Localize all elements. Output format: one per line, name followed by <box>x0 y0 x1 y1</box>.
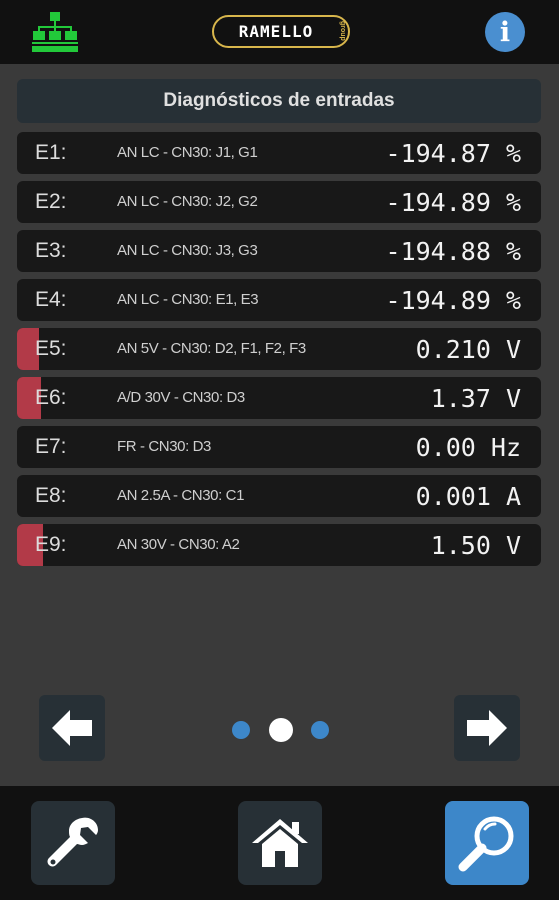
input-row: E8: AN 2.5A - CN30: C1 0.001 A <box>17 475 541 517</box>
input-label: E7: <box>35 435 67 458</box>
network-icon[interactable] <box>32 12 78 52</box>
input-description: FR - CN30: D3 <box>117 438 211 455</box>
ramello-logo: RAMELLO group <box>212 15 350 48</box>
page-dot-active[interactable] <box>269 718 293 742</box>
input-label: E2: <box>35 190 67 213</box>
input-value: -194.89 % <box>385 286 521 315</box>
input-row: E9: AN 30V - CN30: A2 1.50 V <box>17 524 541 566</box>
arrow-left-icon <box>52 710 92 746</box>
input-value: 1.37 V <box>430 384 521 413</box>
input-label: E1: <box>35 141 67 164</box>
input-value: 0.210 V <box>415 335 521 364</box>
input-description: AN LC - CN30: J1, G1 <box>117 144 258 161</box>
input-row: E3: AN LC - CN30: J3, G3 -194.88 % <box>17 230 541 272</box>
top-bar: RAMELLO group i <box>0 0 559 64</box>
input-value: 0.001 A <box>415 482 521 511</box>
input-label: E4: <box>35 288 67 311</box>
page-indicator <box>230 718 330 742</box>
arrow-right-icon <box>467 710 507 746</box>
section-title: Diagnósticos de entradas <box>17 79 541 123</box>
prev-page-button[interactable] <box>39 695 105 761</box>
input-description: AN 30V - CN30: A2 <box>117 536 240 553</box>
logo-subtext: group <box>339 21 346 41</box>
page-dot[interactable] <box>232 721 250 739</box>
info-button[interactable]: i <box>485 12 525 52</box>
input-label: E9: <box>35 533 67 556</box>
page-dot[interactable] <box>311 721 329 739</box>
input-description: AN 2.5A - CN30: C1 <box>117 487 245 504</box>
input-description: A/D 30V - CN30: D3 <box>117 389 245 406</box>
input-row: E2: AN LC - CN30: J2, G2 -194.89 % <box>17 181 541 223</box>
input-label: E8: <box>35 484 67 507</box>
input-description: AN LC - CN30: E1, E3 <box>117 291 259 308</box>
home-icon <box>252 819 308 867</box>
settings-button[interactable] <box>31 801 115 885</box>
wrench-icon <box>47 817 98 867</box>
input-description: AN LC - CN30: J3, G3 <box>117 242 258 259</box>
input-row: E6: A/D 30V - CN30: D3 1.37 V <box>17 377 541 419</box>
magnifier-icon <box>458 816 514 872</box>
input-value: 1.50 V <box>430 531 521 560</box>
input-label: E3: <box>35 239 67 262</box>
input-row: E4: AN LC - CN30: E1, E3 -194.89 % <box>17 279 541 321</box>
next-page-button[interactable] <box>454 695 520 761</box>
input-value: -194.88 % <box>385 237 521 266</box>
search-button[interactable] <box>445 801 529 885</box>
input-description: AN LC - CN30: J2, G2 <box>117 193 258 210</box>
input-diagnostics-list: E1: AN LC - CN30: J1, G1 -194.87 % E2: AN LC… <box>17 132 541 573</box>
home-button[interactable] <box>238 801 322 885</box>
input-row: E1: AN LC - CN30: J1, G1 -194.87 % <box>17 132 541 174</box>
input-value: -194.89 % <box>385 188 521 217</box>
input-label: E5: <box>35 337 67 360</box>
logo-text: RAMELLO <box>238 22 314 41</box>
input-row: E5: AN 5V - CN30: D2, F1, F2, F3 0.210 V <box>17 328 541 370</box>
input-value: -194.87 % <box>385 139 521 168</box>
info-icon: i <box>499 16 511 48</box>
input-row: E7: FR - CN30: D3 0.00 Hz <box>17 426 541 468</box>
input-description: AN 5V - CN30: D2, F1, F2, F3 <box>117 340 306 357</box>
input-value: 0.00 Hz <box>415 433 521 462</box>
input-label: E6: <box>35 386 67 409</box>
